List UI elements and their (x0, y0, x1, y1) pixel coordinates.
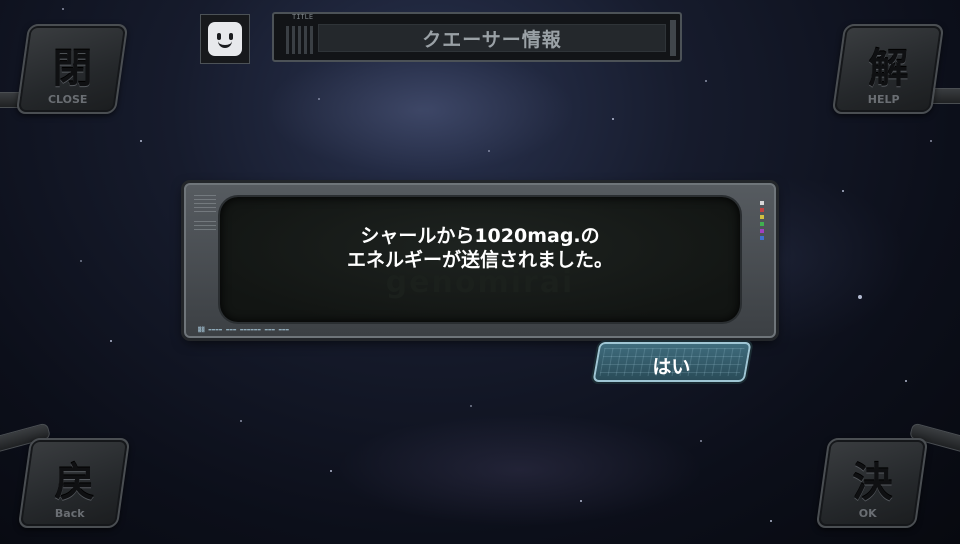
message-line-1: シャールから1020mag.の (360, 225, 600, 247)
help-label: HELP (867, 93, 900, 106)
close-button[interactable]: 閉 CLOSE (15, 24, 129, 114)
dialog-message: シャールから1020mag.の エネルギーが送信されました。 (220, 224, 740, 272)
close-label: CLOSE (47, 93, 88, 106)
dialog-decoration-left (194, 195, 216, 215)
dialog-indicator-lights (760, 201, 766, 240)
close-kanji: 閉 (52, 45, 93, 92)
title-bar: TITLE クエーサー情報 (272, 12, 682, 62)
back-button[interactable]: 戻 Back (17, 438, 131, 528)
ok-label: OK (858, 507, 877, 520)
help-button[interactable]: 解 HELP (831, 24, 945, 114)
title-stripes (286, 26, 316, 54)
back-kanji: 戻 (54, 459, 95, 506)
dialog-screen: genomirai シャールから1020mag.の エネルギーが送信されました。 (220, 197, 740, 322)
smiley-face-icon (208, 22, 242, 56)
title-tag: TITLE (292, 13, 314, 21)
back-label: Back (54, 507, 85, 520)
confirm-yes-button[interactable]: はい (592, 342, 752, 382)
confirm-yes-label: はい (652, 356, 691, 378)
message-line-2: エネルギーが送信されました。 (346, 249, 613, 271)
help-kanji: 解 (868, 45, 909, 92)
page-title: クエーサー情報 (318, 24, 666, 52)
message-dialog: genomirai シャールから1020mag.の エネルギーが送信されました。… (184, 183, 776, 338)
ok-button[interactable]: 決 OK (815, 438, 929, 528)
dialog-footer-code: ▓▓ ▬▬▬▬ ▬▬▬ ▬▬▬▬▬▬ ▬▬▬ ▬▬▬ (198, 327, 290, 333)
avatar (200, 14, 250, 64)
ok-kanji: 決 (852, 459, 893, 506)
dialog-decoration-left-2 (194, 221, 216, 233)
